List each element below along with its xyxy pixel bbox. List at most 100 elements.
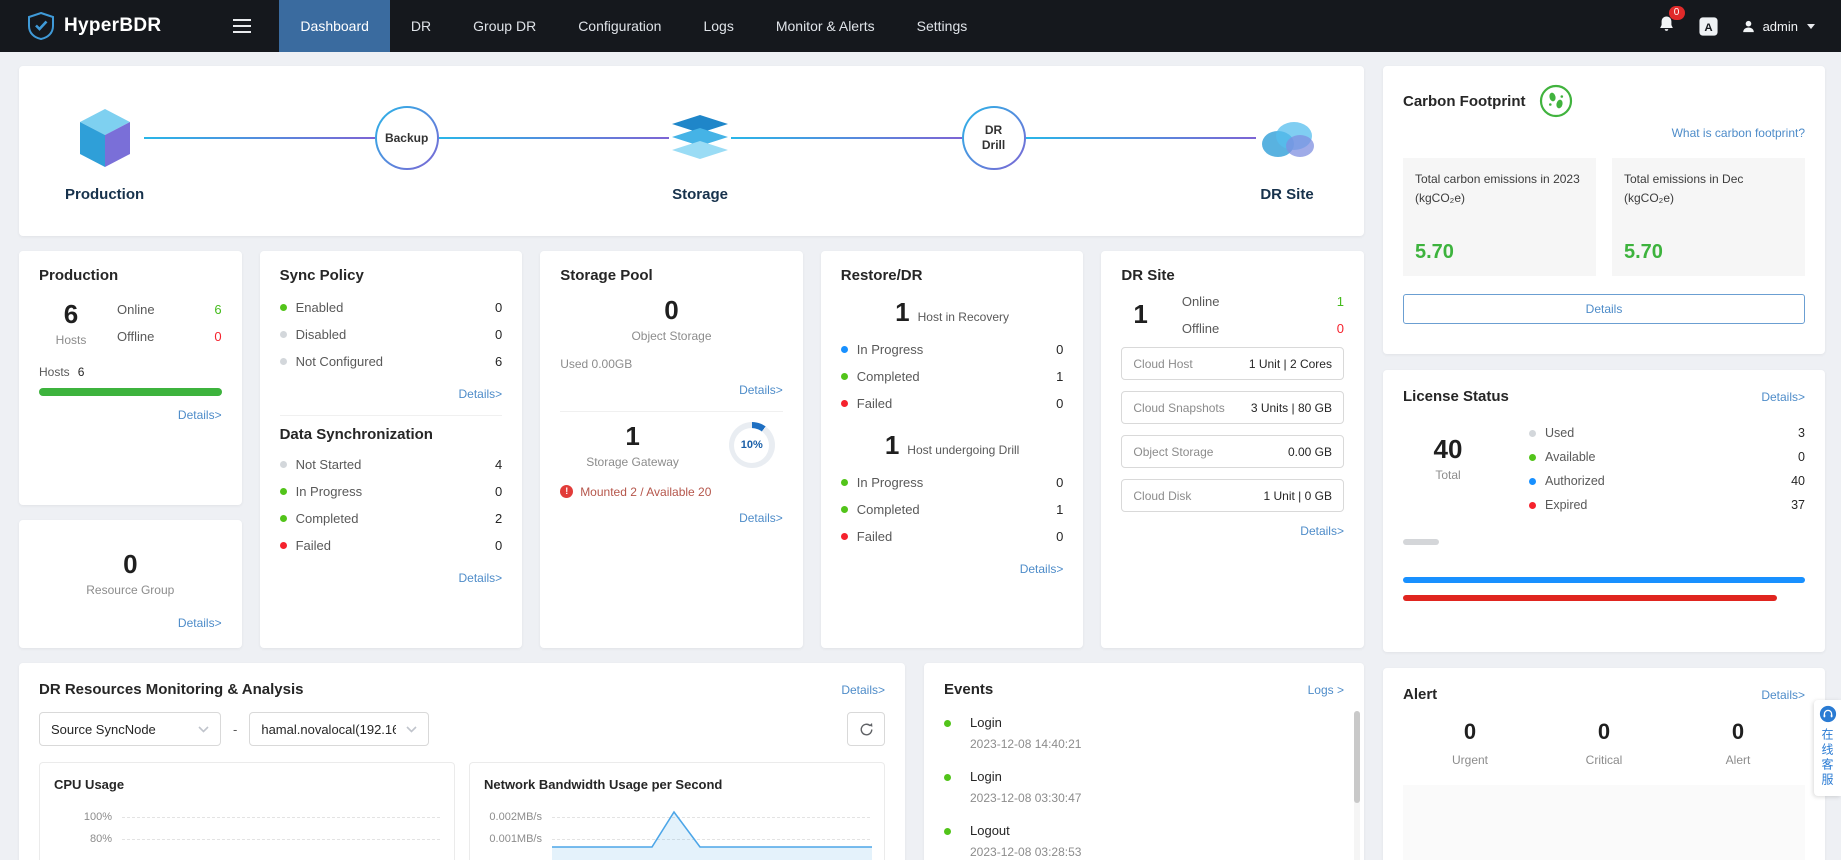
flow-node-dr-drill: DR Drill [961, 94, 1026, 170]
chevron-down-icon [406, 725, 417, 733]
online-support-widget[interactable]: 在线客服 [1814, 700, 1841, 796]
tab-monitor-alerts[interactable]: Monitor & Alerts [755, 0, 896, 52]
flow-production-label: Production [65, 186, 145, 203]
events-logs-link[interactable]: Logs > [1308, 683, 1344, 697]
warning-icon: ! [560, 485, 574, 499]
alert-card: Alert Details> 0 Urgent 0 Critical 0 Alert [1383, 668, 1825, 860]
username: admin [1762, 18, 1798, 34]
refresh-icon [860, 722, 872, 735]
dr-site-count: 1 [1133, 299, 1148, 330]
brand: HyperBDR [28, 12, 161, 40]
carbon-footprint-card: Carbon Footprint What is carbon footprin… [1383, 66, 1825, 354]
brand-name: HyperBDR [64, 15, 162, 36]
hyperbdr-logo-icon [28, 12, 54, 40]
chevron-down-icon [198, 725, 209, 733]
license-status-card: License Status Details> 40 Total Used 3 A… [1383, 370, 1825, 652]
sync-policy-details-link[interactable]: Details> [459, 387, 503, 401]
restore-dr-details-link[interactable]: Details> [1020, 562, 1064, 576]
support-icon [1819, 705, 1836, 723]
user-menu[interactable]: admin [1741, 19, 1815, 34]
carbon-info-link[interactable]: What is carbon footprint? [1672, 126, 1805, 140]
online-count: 6 [214, 302, 222, 318]
production-title: Production [39, 267, 119, 284]
cpu-usage-chart: CPU Usage 100% 80% [39, 762, 455, 860]
chevron-down-icon [1807, 23, 1815, 29]
cloud-disk-box: Cloud Disk 1 Unit | 0 GB [1121, 479, 1344, 512]
carbon-2023-box: Total carbon emissions in 2023 (kgCO₂e) … [1403, 158, 1596, 276]
tab-configuration[interactable]: Configuration [557, 0, 682, 52]
license-authorized-bar [1403, 577, 1805, 583]
monitoring-card: DR Resources Monitoring & Analysis Detai… [19, 663, 905, 860]
gateway-mounted-label: Mounted 2 / Available 20 [580, 484, 712, 499]
monitoring-details-link[interactable]: Details> [841, 683, 885, 697]
resource-group-details-link[interactable]: Details> [178, 616, 222, 630]
tab-settings[interactable]: Settings [896, 0, 989, 52]
navbar-right: 0 A admin [1657, 5, 1841, 39]
hosts-progress-bar [39, 387, 222, 396]
sync-policy-card: Sync Policy Enabled 0 Disabled 0 Not Confi… [259, 251, 523, 648]
flow-node-storage: Storage [669, 94, 731, 203]
storage-pool-card: Storage Pool 0 Object Storage Used 0.00G… [540, 251, 803, 648]
notification-badge: 0 [1668, 5, 1685, 20]
events-card: Events Logs > Login 2023-12-08 14:40:21 L… [924, 663, 1364, 860]
production-details-link[interactable]: Details> [178, 408, 222, 422]
object-storage-details-link[interactable]: Details> [739, 383, 783, 397]
flow-connector [144, 137, 375, 139]
carbon-dec-box: Total emissions in Dec (kgCO₂e) 5.70 [1612, 158, 1805, 276]
language-button[interactable]: A [1698, 16, 1719, 37]
object-storage-used: Used 0.00GB [560, 356, 633, 371]
data-sync-details-link[interactable]: Details> [459, 571, 503, 585]
license-details-link[interactable]: Details> [1761, 390, 1805, 404]
events-scrollbar[interactable] [1354, 711, 1360, 860]
notifications-button[interactable]: 0 [1657, 5, 1685, 39]
alert-chart-placeholder [1403, 785, 1805, 860]
user-icon [1742, 20, 1754, 32]
tab-dashboard[interactable]: Dashboard [279, 0, 390, 52]
dr-site-details-link[interactable]: Details> [1300, 524, 1344, 538]
main-content: Production Backup Storage DR Drill DR Si… [0, 52, 1841, 860]
cloud-snapshots-box: Cloud Snapshots 3 Units | 80 GB [1121, 391, 1344, 424]
production-cube-icon [79, 109, 130, 167]
restore-dr-card: Restore/DR 1 Host in Recovery In Progres… [820, 251, 1084, 648]
carbon-footprint-icon [1540, 84, 1573, 118]
object-storage-box: Object Storage 0.00 GB [1121, 435, 1344, 468]
source-node-select[interactable]: Source SyncNode [39, 712, 221, 746]
list-item: Login 2023-12-08 14:40:21 [944, 706, 1344, 760]
license-expired-bar [1403, 595, 1777, 601]
events-list: Login 2023-12-08 14:40:21 Login 2023-12-08… [944, 706, 1344, 860]
flow-dr-site-label: DR Site [1260, 186, 1314, 203]
production-host-count: 6 [63, 299, 79, 329]
flow-connector [1025, 137, 1256, 139]
resource-group-count: 0 [123, 549, 138, 579]
offline-count: 0 [214, 329, 222, 345]
production-card: Production 6 Hosts Online 6 Offline 0 Host… [19, 251, 242, 505]
cloud-icon [1261, 122, 1314, 157]
carbon-details-button[interactable]: Details [1403, 294, 1805, 324]
flow-node-dr-site: DR Site [1256, 94, 1318, 203]
refresh-button[interactable] [847, 712, 885, 746]
menu-toggle-icon[interactable] [227, 13, 257, 39]
drill-host-count: 1 [884, 429, 900, 460]
target-host-select[interactable]: hamal.novalocal(192.16 [249, 712, 430, 746]
object-storage-count: 0 [664, 295, 679, 325]
storage-gateway-count: 1 [625, 420, 640, 451]
storage-gateway-details-link[interactable]: Details> [739, 511, 783, 525]
top-navbar: HyperBDR Dashboard DR Group DR Configura… [0, 0, 1841, 52]
urgent-stat: 0 Urgent [1451, 719, 1489, 767]
backup-circle-label: Backup [376, 108, 437, 168]
flow-connector [438, 137, 670, 139]
tab-group-dr[interactable]: Group DR [452, 0, 557, 52]
tab-logs[interactable]: Logs [682, 0, 754, 52]
gateway-usage-donut: 10% [728, 422, 775, 469]
alert-details-link[interactable]: Details> [1761, 688, 1805, 702]
tab-dr[interactable]: DR [390, 0, 452, 52]
license-used-bar [1403, 539, 1439, 545]
network-bandwidth-chart: Network Bandwidth Usage per Second 0.002… [469, 762, 885, 860]
svg-text:A: A [1704, 21, 1712, 33]
flow-storage-label: Storage [672, 186, 728, 203]
dr-site-card: DR Site 1 Online 1 Offline 0 Cloud Host 1 U… [1101, 251, 1364, 648]
resource-group-card: 0 Resource Group Details> [19, 520, 242, 648]
list-item: Login 2023-12-08 03:30:47 [944, 760, 1344, 814]
language-icon: A [1699, 16, 1718, 36]
recovery-host-count: 1 [895, 297, 910, 327]
